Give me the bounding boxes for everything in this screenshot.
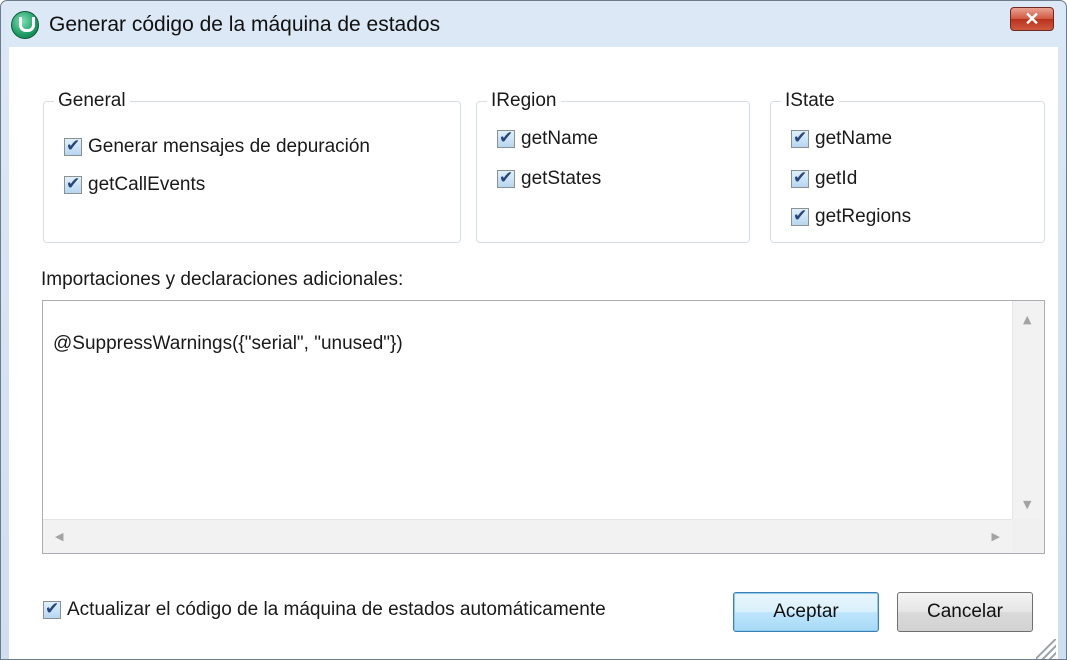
scroll-right-arrow-icon[interactable]: ▶: [992, 530, 1000, 543]
istate-get-name-checkbox[interactable]: getName: [791, 128, 892, 150]
accept-button[interactable]: Aceptar: [733, 592, 879, 632]
istate-get-regions-label: getRegions: [815, 206, 912, 227]
istate-group-label: IState: [781, 90, 839, 112]
checkbox-checked-icon[interactable]: [791, 206, 809, 226]
cancel-button[interactable]: Cancelar: [897, 592, 1033, 632]
general-group: General Generar mensajes de depuración g…: [43, 90, 461, 243]
checkbox-checked-icon[interactable]: [43, 599, 61, 619]
istate-group: IState getName getId getRegions: [770, 90, 1045, 243]
scrollbar-corner: [1012, 519, 1044, 553]
checkbox-checked-icon[interactable]: [497, 128, 515, 148]
dialog-body: General Generar mensajes de depuración g…: [9, 47, 1058, 659]
checkbox-checked-icon[interactable]: [791, 128, 809, 148]
app-logo-icon: [11, 11, 39, 39]
dialog-title: Generar código de la máquina de estados: [49, 13, 441, 36]
istate-get-id-checkbox[interactable]: getId: [791, 168, 857, 190]
dialog-window: Generar código de la máquina de estados …: [0, 0, 1067, 660]
iregion-get-states-checkbox[interactable]: getStates: [497, 168, 601, 190]
istate-get-name-label: getName: [815, 128, 893, 149]
get-call-events-label: getCallEvents: [88, 174, 206, 195]
resize-grip-icon[interactable]: [1036, 639, 1056, 659]
imports-textarea[interactable]: @SuppressWarnings({"serial", "unused"}) …: [42, 300, 1045, 554]
imports-text: @SuppressWarnings({"serial", "unused"}): [53, 333, 403, 354]
get-call-events-checkbox[interactable]: getCallEvents: [64, 174, 205, 196]
debug-messages-label: Generar mensajes de depuración: [88, 136, 371, 157]
checkbox-checked-icon[interactable]: [64, 174, 82, 194]
iregion-get-states-label: getStates: [521, 168, 602, 189]
scroll-left-arrow-icon[interactable]: ◀: [55, 530, 63, 543]
vertical-scrollbar[interactable]: ▲ ▼: [1012, 301, 1044, 519]
general-group-label: General: [54, 90, 130, 112]
auto-update-checkbox[interactable]: Actualizar el código de la máquina de es…: [43, 599, 606, 621]
scroll-up-arrow-icon[interactable]: ▲: [1023, 313, 1031, 326]
imports-label: Importaciones y declaraciones adicionale…: [41, 269, 404, 290]
title-bar[interactable]: Generar código de la máquina de estados …: [1, 1, 1066, 47]
checkbox-checked-icon[interactable]: [497, 168, 515, 188]
horizontal-scrollbar[interactable]: ◀ ▶: [43, 519, 1012, 553]
iregion-get-name-checkbox[interactable]: getName: [497, 128, 598, 150]
istate-get-regions-checkbox[interactable]: getRegions: [791, 206, 911, 228]
checkbox-checked-icon[interactable]: [791, 168, 809, 188]
scroll-down-arrow-icon[interactable]: ▼: [1023, 498, 1031, 511]
close-icon: ✕: [1024, 9, 1040, 29]
iregion-get-name-label: getName: [521, 128, 599, 149]
iregion-group: IRegion getName getStates: [476, 90, 750, 243]
checkbox-checked-icon[interactable]: [64, 136, 82, 156]
auto-update-label: Actualizar el código de la máquina de es…: [67, 599, 606, 620]
istate-get-id-label: getId: [815, 168, 858, 189]
iregion-group-label: IRegion: [487, 90, 561, 112]
debug-messages-checkbox[interactable]: Generar mensajes de depuración: [64, 136, 370, 158]
close-button[interactable]: ✕: [1010, 7, 1054, 31]
